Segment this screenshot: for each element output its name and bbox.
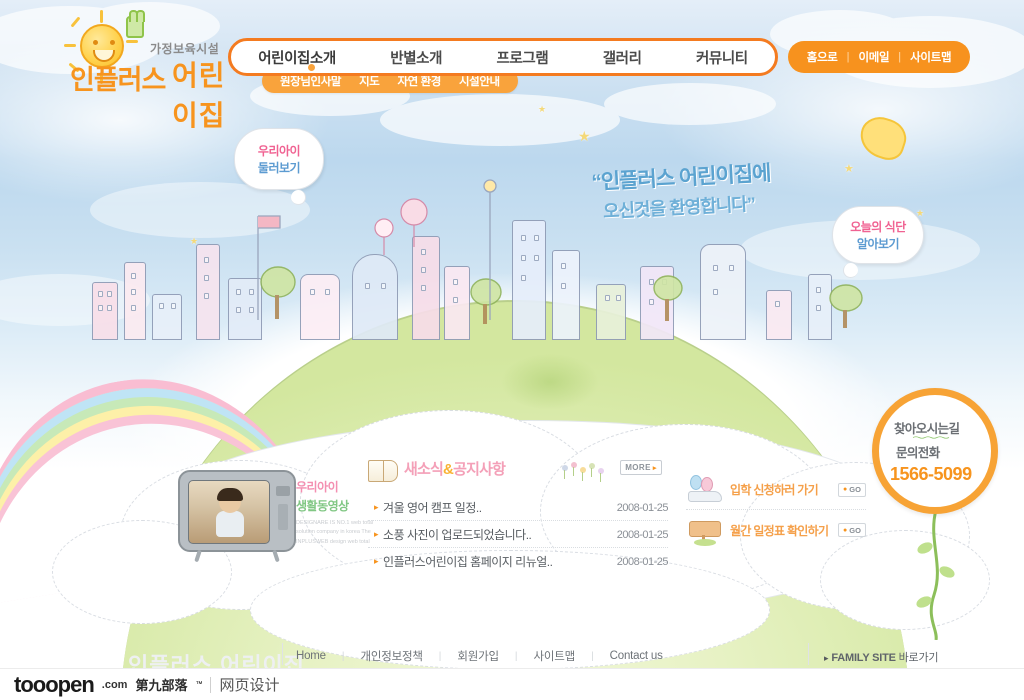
- footer-navigation: Home | 개인정보정책 | 회원가입 | 사이트맵 | Contact us: [296, 648, 663, 664]
- bubble-menu-link[interactable]: 오늘의 식단 알아보기: [832, 206, 924, 278]
- notice-board-title: 새소식&공지사항: [404, 458, 506, 479]
- vine-illustration: [916, 510, 955, 640]
- bullet-arrow-icon: ▸: [374, 529, 379, 539]
- squiggle-underline-icon: [912, 436, 950, 439]
- notice-title-amp: &: [443, 461, 454, 478]
- nav-item-program[interactable]: 프로그램: [491, 47, 555, 68]
- site-logo[interactable]: 가정보육시설 인플러스 어린이집: [34, 10, 234, 131]
- utility-home[interactable]: 홈으로: [807, 49, 838, 65]
- more-label: MORE: [625, 463, 651, 472]
- book-icon: [368, 460, 398, 482]
- more-arrow-icon: ▸: [652, 464, 657, 472]
- bubble-right-top: 오늘의 식단: [850, 220, 906, 234]
- notice-row[interactable]: ▸ 소풍 사진이 업로드되었습니다.. 2008-01-25: [368, 521, 669, 548]
- contact-circle[interactable]: 찾아오시는길 문의전화 1566-5099: [872, 388, 998, 514]
- tv-screen-photo: [188, 480, 270, 544]
- notice-date: 2008-01-25: [616, 501, 669, 514]
- notice-board: 새소식&공지사항 MORE ▸ ▸ 겨울 영어 캠프 일정.. 2008-01-2…: [368, 458, 669, 574]
- utility-sitemap[interactable]: 사이트맵: [910, 49, 951, 65]
- watermark-divider: [210, 676, 212, 693]
- nav-item-classes[interactable]: 반별소개: [384, 47, 448, 68]
- footer-link-signup[interactable]: 회원가입: [457, 648, 499, 664]
- family-site-selector[interactable]: ▸ FAMILY SITE 바로가기: [824, 649, 939, 665]
- tv-frame: [178, 470, 296, 552]
- star-icon: ★: [578, 128, 591, 144]
- utility-navigation: 홈으로 | 이메일 | 사이트맵: [788, 41, 970, 73]
- go-label: GO: [849, 485, 861, 494]
- watermark-chinese2: 网页设计: [219, 677, 280, 694]
- footer-link-sitemap[interactable]: 사이트맵: [534, 648, 576, 664]
- watermark-tm: ™: [195, 681, 203, 688]
- go-dot-icon: ●: [843, 486, 848, 493]
- signboard-icon: [686, 515, 724, 546]
- contact-phone-label: 문의전화: [896, 446, 940, 460]
- go-dot-icon: ●: [843, 526, 848, 534]
- quick-links: 입학 신청하러 가기 ● GO 월간 일정표 확인하기 ● GO: [686, 470, 866, 550]
- notice-board-header: 새소식&공지사항 MORE ▸: [368, 458, 668, 488]
- flower-decoration: [561, 462, 604, 482]
- child-photo-hair: [217, 488, 243, 501]
- footer-separator: |: [438, 650, 442, 662]
- video-panel[interactable]: 우리아이 생활동영상 DESIGNARE IS NO.1 web total s…: [178, 470, 373, 566]
- bubble-left-bottom: 둘러보기: [257, 161, 301, 175]
- watermark-brand: tooopen: [14, 671, 95, 697]
- contact-phone-number: 1566-5099: [890, 464, 972, 484]
- waving-hand-icon: [126, 10, 145, 38]
- logo-brand-sub: 어린이집: [172, 60, 226, 131]
- go-label: GO: [849, 525, 861, 535]
- notice-title-prefix: 새소식: [404, 461, 444, 478]
- quick-link-schedule-go-button[interactable]: ● GO: [838, 523, 866, 537]
- footer-link-privacy[interactable]: 개인정보정책: [361, 648, 423, 664]
- bubble-tour-link[interactable]: 우리아이 둘러보기: [234, 128, 324, 205]
- family-site-label: FAMILY SITE: [831, 652, 896, 664]
- footer-link-contact[interactable]: Contact us: [610, 650, 663, 662]
- notice-title: 인플러스어린이집 홈페이지 리뉴얼..: [383, 555, 553, 569]
- child-photo-body: [216, 511, 244, 537]
- notice-row[interactable]: ▸ 인플러스어린이집 홈페이지 리뉴얼.. 2008-01-25: [368, 548, 669, 574]
- watermark-chinese: 第九部落: [135, 678, 188, 693]
- nav-item-gallery[interactable]: 갤러리: [597, 47, 648, 68]
- nav-item-about[interactable]: 어린이집소개: [252, 47, 342, 68]
- watermark-dotcom: .com: [101, 678, 128, 691]
- notice-list: ▸ 겨울 영어 캠프 일정.. 2008-01-25 ▸ 소풍 사진이 업로드되…: [368, 494, 669, 574]
- quick-link-schedule-label: 월간 일정표 확인하기: [730, 523, 829, 538]
- footer-separator: |: [514, 650, 518, 662]
- quick-link-schedule[interactable]: 월간 일정표 확인하기 ● GO: [686, 510, 866, 550]
- balloons-icon: [686, 474, 724, 505]
- footer-separator: |: [341, 650, 345, 662]
- quick-link-admission-go-button[interactable]: ● GO: [838, 482, 866, 497]
- notice-date: 2008-01-25: [616, 555, 669, 568]
- contact-directions-label: 찾아오시는길: [894, 422, 960, 436]
- family-site-action: 바로가기: [898, 652, 939, 664]
- notice-date: 2008-01-25: [616, 528, 669, 541]
- bubble-right-bottom: 알아보기: [856, 237, 900, 251]
- star-icon: ★: [538, 104, 547, 114]
- utility-email[interactable]: 이메일: [858, 49, 889, 65]
- bullet-arrow-icon: ▸: [374, 502, 379, 512]
- utility-separator: |: [846, 51, 850, 63]
- page-root: ★ ★ ★ ★ ★ 가정보육시설 인플러스 어린이집 어린이집소개 반별소개 프…: [0, 0, 1024, 700]
- notice-title: 소풍 사진이 업로드되었습니다..: [383, 528, 532, 542]
- quick-link-admission[interactable]: 입학 신청하러 가기 ● GO: [686, 470, 866, 510]
- notice-title: 겨울 영어 캠프 일정..: [383, 501, 482, 515]
- subnav-pointer-dot: [308, 64, 315, 71]
- nav-item-community[interactable]: 커뮤니티: [690, 47, 754, 68]
- utility-separator: |: [898, 51, 902, 63]
- family-arrow-icon: ▸: [824, 653, 829, 663]
- watermark-bar: tooopen .com 第九部落 ™ 网页设计: [0, 668, 1024, 700]
- notice-row[interactable]: ▸ 겨울 영어 캠프 일정.. 2008-01-25: [368, 494, 669, 521]
- quick-link-admission-label: 입학 신청하러 가기: [730, 483, 819, 497]
- bubble-left-top: 우리아이: [257, 144, 301, 158]
- footer-link-home[interactable]: Home: [296, 650, 326, 662]
- site-header: 가정보육시설 인플러스 어린이집 어린이집소개 반별소개 프로그램 갤러리 커뮤…: [0, 0, 1024, 131]
- notice-more-button[interactable]: MORE ▸: [620, 460, 662, 475]
- footer-separator: |: [591, 650, 594, 662]
- logo-brand-main: 인플러스: [70, 65, 166, 95]
- notice-title-suffix: 공지사항: [453, 461, 506, 478]
- bullet-arrow-icon: ▸: [374, 556, 379, 566]
